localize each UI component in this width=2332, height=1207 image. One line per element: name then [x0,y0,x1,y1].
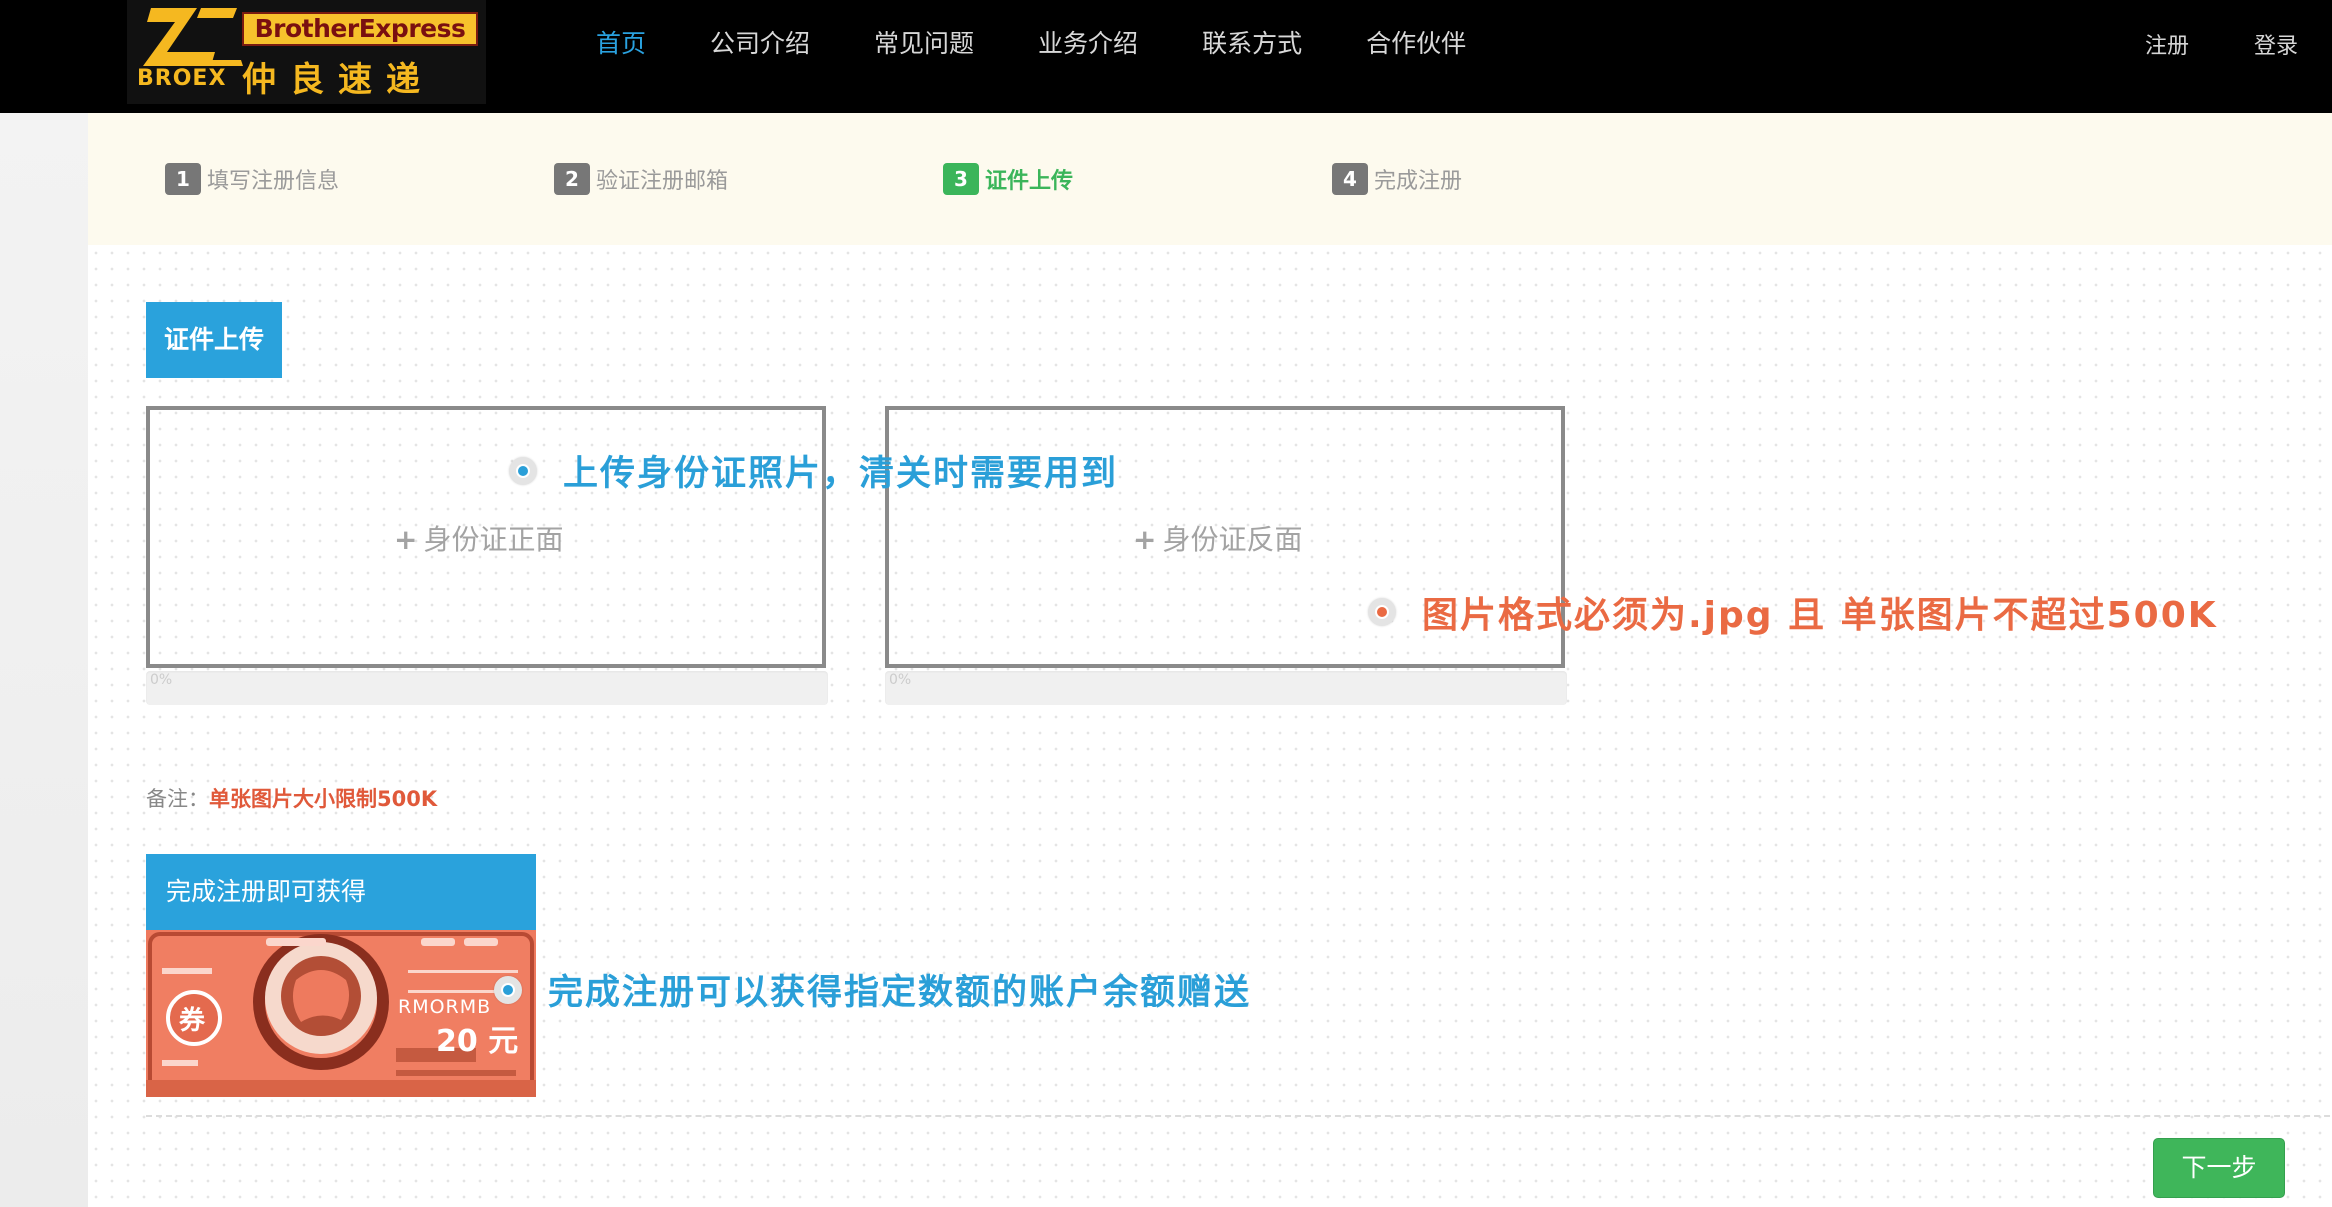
main-nav: 首页 公司介绍 常见问题 业务介绍 联系方式 合作伙伴 [596,26,1530,62]
coupon-badge: 券 [179,1006,206,1036]
company-logo[interactable]: BROEX BrotherExpress 仲良速递 [127,0,486,104]
step-4: 4 完成注册 [1332,163,1462,195]
id-front-progress: 0% [146,671,828,705]
callout-id-photo-text: 上传身份证照片，清关时需要用到 [563,454,1119,494]
step-2: 2 验证注册邮箱 [554,163,728,195]
step-number: 4 [1332,163,1368,195]
progress-percent: 0% [889,672,912,688]
plus-icon: + [394,523,418,556]
coupon-amount: 20 元 [436,1024,519,1059]
callout-dot-icon [509,456,537,485]
main-content: 证件上传 + 身份证正面 0% + 身份证反面 0% 上传身份证照片，清关时需要用到… [88,245,2332,1207]
logo-z-mark-icon [143,8,243,66]
step-3-current: 3 证件上传 [943,163,1073,195]
login-link[interactable]: 登录 [2254,28,2298,60]
step-1: 1 填写注册信息 [165,163,339,195]
upload-section-title: 证件上传 [146,302,283,378]
step-label: 完成注册 [1374,169,1463,194]
id-back-progress: 0% [885,671,1567,705]
callout-format-text: 图片格式必须为.jpg 且 单张图片不超过500K [1422,595,2218,636]
id-back-label: 身份证反面 [1162,523,1303,556]
id-front-label: 身份证正面 [423,523,564,556]
step-number: 2 [554,163,590,195]
nav-contact[interactable]: 联系方式 [1202,26,1302,62]
logo-mark-text: BROEX [137,66,227,91]
nav-partners[interactable]: 合作伙伴 [1366,26,1466,62]
nav-faq[interactable]: 常见问题 [874,26,974,62]
nav-business[interactable]: 业务介绍 [1038,26,1138,62]
coupon-currency: RMORMB [398,996,492,1018]
remark-key: 备注： [146,787,209,811]
divider [146,1115,2332,1117]
register-link[interactable]: 注册 [2145,28,2189,60]
id-back-label-wrap: + 身份证反面 [1133,518,1302,558]
remark-value: 单张图片大小限制500K [209,787,438,811]
callout-id-photo: 上传身份证照片，清关时需要用到 [509,445,1118,496]
nav-company-intro[interactable]: 公司介绍 [710,26,810,62]
registration-steps: 1 填写注册信息 2 验证注册邮箱 3 证件上传 4 完成注册 [88,113,2332,245]
callout-dot-icon [1368,598,1396,626]
callout-reward: 完成注册可以获得指定数额的账户余额赠送 [494,964,1251,1015]
step-label: 填写注册信息 [207,169,340,194]
step-number: 1 [165,163,201,195]
step-label: 验证注册邮箱 [596,169,729,194]
remark: 备注：单张图片大小限制500K [146,783,437,813]
id-front-label-wrap: + 身份证正面 [394,518,563,558]
next-step-button[interactable]: 下一步 [2153,1138,2285,1198]
left-gutter [0,113,88,1207]
step-label: 证件上传 [985,169,1074,194]
logo-english-name: BrotherExpress [242,12,478,46]
step-number: 3 [943,163,979,195]
logo-chinese-name: 仲良速递 [242,60,434,100]
callout-reward-text: 完成注册可以获得指定数额的账户余额赠送 [548,973,1252,1013]
reward-card: 完成注册即可获得 券 RMORMB 20 元 [146,854,536,1097]
progress-percent: 0% [150,672,173,688]
nav-home[interactable]: 首页 [596,26,646,62]
top-navbar: BROEX BrotherExpress 仲良速递 首页 公司介绍 常见问题 业… [0,0,2332,113]
plus-icon: + [1133,523,1157,556]
callout-format: 图片格式必须为.jpg 且 单张图片不超过500K [1368,586,2218,638]
reward-title: 完成注册即可获得 [166,877,367,906]
coupon-image: 券 RMORMB 20 元 [146,930,536,1097]
callout-dot-icon [494,975,522,1004]
